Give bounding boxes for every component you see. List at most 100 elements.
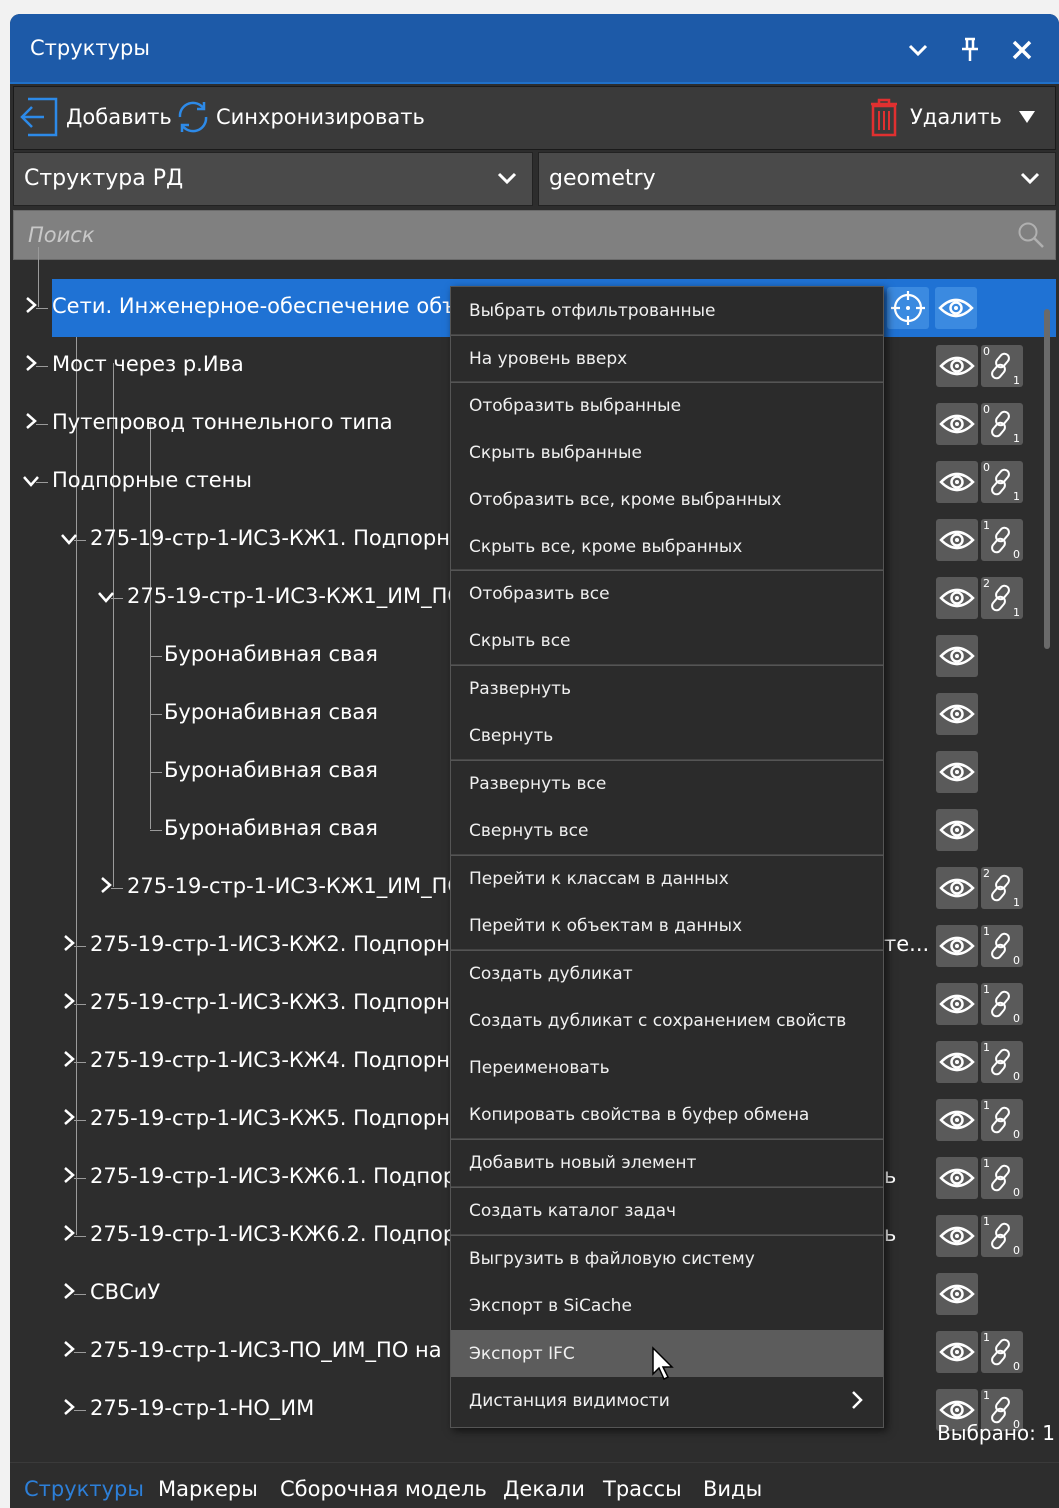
link-button[interactable]: 10	[981, 983, 1023, 1025]
context-menu-item[interactable]: Перейти к классам в данных	[451, 855, 883, 902]
tree-expander[interactable]	[22, 411, 40, 435]
tree-expander[interactable]	[60, 933, 78, 957]
search-icon[interactable]	[1017, 221, 1045, 249]
context-menu-item[interactable]: Отобразить все, кроме выбранных	[451, 476, 883, 523]
tree-expander[interactable]	[60, 1165, 78, 1189]
add-label: Добавить	[66, 105, 172, 129]
link-button[interactable]: 21	[981, 577, 1023, 619]
tree-expander[interactable]	[60, 991, 78, 1015]
context-menu-item[interactable]: Отобразить все	[451, 570, 883, 617]
tree-expander[interactable]	[22, 295, 40, 319]
context-menu-item[interactable]: Развернуть	[451, 665, 883, 712]
context-menu-item[interactable]: Перейти к объектам в данных	[451, 902, 883, 949]
context-menu-item[interactable]: Создать дубликат	[451, 950, 883, 997]
visibility-toggle[interactable]	[936, 1157, 978, 1199]
geometry-select[interactable]: geometry	[538, 152, 1056, 206]
visibility-toggle[interactable]	[936, 461, 978, 503]
context-menu-item[interactable]: Скрыть все, кроме выбранных	[451, 523, 883, 570]
link-button[interactable]: 01	[981, 461, 1023, 503]
visibility-toggle[interactable]	[936, 345, 978, 387]
context-menu-item[interactable]: Добавить новый элемент	[451, 1139, 883, 1186]
link-button[interactable]: 10	[981, 519, 1023, 561]
context-menu-item[interactable]: Свернуть	[451, 712, 883, 759]
context-menu-item[interactable]: Развернуть все	[451, 760, 883, 807]
visibility-toggle[interactable]	[935, 287, 977, 329]
tree-expander[interactable]	[60, 1107, 78, 1131]
visibility-toggle[interactable]	[936, 577, 978, 619]
tree-item-label: СВСиУ	[90, 1280, 161, 1304]
visibility-toggle[interactable]	[936, 1041, 978, 1083]
context-menu-item[interactable]: Экспорт IFC	[451, 1330, 883, 1381]
link-button[interactable]: 01	[981, 403, 1023, 445]
toolbar-more-button[interactable]	[1018, 95, 1036, 139]
context-menu-item[interactable]: Отобразить выбранные	[451, 382, 883, 429]
tree-expander[interactable]	[22, 469, 40, 493]
visibility-toggle[interactable]	[936, 867, 978, 909]
link-button[interactable]: 10	[981, 1331, 1023, 1373]
context-menu-item[interactable]: Скрыть все	[451, 617, 883, 664]
tab-2[interactable]: Сборочная модель	[280, 1477, 487, 1501]
visibility-toggle[interactable]	[936, 925, 978, 967]
link-button[interactable]: 10	[981, 925, 1023, 967]
context-menu-item[interactable]: Копировать свойства в буфер обмена	[451, 1091, 883, 1138]
context-menu-item-label: Перейти к классам в данных	[469, 869, 729, 889]
tree-item-label: Сети. Инженерное-обеспечение объе	[52, 294, 470, 318]
structure-select[interactable]: Структура РД	[13, 152, 533, 206]
search-input[interactable]	[14, 211, 1004, 259]
expander-closed-icon	[64, 1399, 75, 1415]
delete-button[interactable]: Удалить	[868, 95, 1002, 139]
tree-expander[interactable]	[60, 1397, 78, 1421]
expander-closed-icon	[64, 993, 75, 1009]
tree-expander[interactable]	[60, 527, 78, 551]
context-menu-item[interactable]: Переименовать	[451, 1044, 883, 1091]
pin-button[interactable]	[952, 30, 988, 70]
context-menu-item[interactable]: Экспорт в SiCache	[451, 1282, 883, 1329]
sync-button[interactable]: Синхронизировать	[174, 95, 425, 139]
tree-expander[interactable]	[60, 1223, 78, 1247]
context-menu-item[interactable]: Скрыть выбранные	[451, 429, 883, 476]
visibility-toggle[interactable]	[936, 403, 978, 445]
tab-1[interactable]: Маркеры	[158, 1477, 258, 1501]
link-button[interactable]: 10	[981, 1099, 1023, 1141]
visibility-toggle[interactable]	[936, 635, 978, 677]
context-menu-item[interactable]: На уровень вверх	[451, 335, 883, 382]
link-button[interactable]: 21	[981, 867, 1023, 909]
tree-expander[interactable]	[97, 585, 115, 609]
context-menu-item-label: Скрыть все	[469, 631, 571, 651]
context-menu-item[interactable]: Создать дубликат с сохранением свойств	[451, 997, 883, 1044]
context-menu-item[interactable]: Создать каталог задач	[451, 1187, 883, 1234]
tab-5[interactable]: Виды	[703, 1477, 762, 1501]
link-button[interactable]: 10	[981, 1041, 1023, 1083]
tab-0[interactable]: Структуры	[24, 1477, 144, 1501]
visibility-toggle[interactable]	[936, 1099, 978, 1141]
tree-expander[interactable]	[22, 353, 40, 377]
tree-expander[interactable]	[97, 875, 115, 899]
tab-4[interactable]: Трассы	[603, 1477, 682, 1501]
context-menu-item[interactable]: Выгрузить в файловую систему	[451, 1235, 883, 1282]
visibility-toggle[interactable]	[936, 1215, 978, 1257]
visibility-toggle[interactable]	[936, 519, 978, 561]
tree-connector	[150, 714, 162, 715]
add-button[interactable]: Добавить	[18, 95, 172, 139]
visibility-toggle[interactable]	[936, 1273, 978, 1315]
tree-item-label: 275-19-стр-1-ИС3-КЖ6.1. Подпорн	[90, 1164, 470, 1188]
visibility-toggle[interactable]	[936, 983, 978, 1025]
tree-expander[interactable]	[60, 1049, 78, 1073]
link-button[interactable]: 01	[981, 345, 1023, 387]
context-menu-item[interactable]: Свернуть все	[451, 807, 883, 854]
link-button[interactable]: 10	[981, 1215, 1023, 1257]
tree-expander[interactable]	[60, 1281, 78, 1305]
close-button[interactable]	[1004, 30, 1040, 70]
collapse-button[interactable]	[900, 30, 936, 70]
visibility-toggle[interactable]	[936, 1331, 978, 1373]
link-button[interactable]: 10	[981, 1157, 1023, 1199]
context-menu-item[interactable]: Дистанция видимости	[451, 1377, 883, 1424]
context-menu-item[interactable]: Выбрать отфильтрованные	[451, 287, 883, 334]
visibility-toggle[interactable]	[936, 693, 978, 735]
tree-expander[interactable]	[60, 1339, 78, 1363]
locate-button[interactable]	[887, 287, 929, 329]
tab-3[interactable]: Декали	[503, 1477, 585, 1501]
visibility-toggle[interactable]	[936, 751, 978, 793]
tree-scrollbar[interactable]	[1044, 309, 1050, 649]
visibility-toggle[interactable]	[936, 809, 978, 851]
